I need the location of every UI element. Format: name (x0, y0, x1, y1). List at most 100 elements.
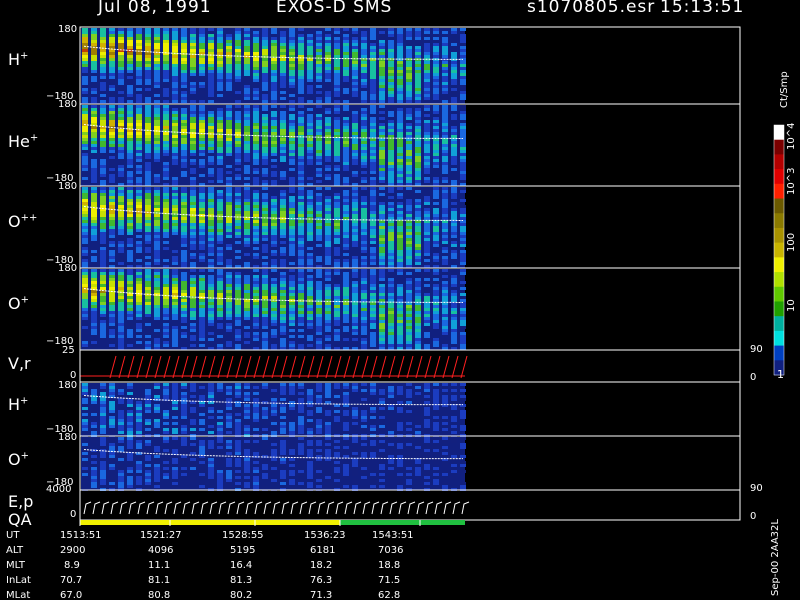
spectrogram-cell (307, 202, 313, 205)
spectrogram-cell (271, 94, 277, 97)
spectrogram-cell (127, 428, 133, 431)
spectrogram-cell (352, 91, 358, 94)
spectrogram-cell (181, 446, 187, 449)
spectrogram-cell (316, 326, 322, 329)
spectrogram-cell (235, 308, 241, 311)
spectrogram-cell (451, 335, 457, 338)
spectrogram-cell (280, 404, 286, 407)
spectrogram-cell (298, 386, 304, 389)
spectrogram-cell (226, 241, 232, 244)
spectrogram-cell (199, 223, 205, 226)
spectrogram-cell (145, 229, 151, 232)
spectrogram-cell (460, 171, 466, 174)
spectrogram-cell (253, 293, 259, 296)
spectrogram-cell (136, 407, 142, 410)
spectrogram-cell (136, 422, 142, 425)
spectrogram-cell (370, 241, 376, 244)
spectrogram-cell (406, 52, 412, 55)
spectrogram-cell (361, 132, 367, 135)
spectrogram-cell (208, 386, 214, 389)
spectrogram-cell (460, 147, 466, 150)
spectrogram-cell (352, 269, 358, 272)
spectrogram-cell (388, 88, 394, 91)
spectrogram-cell (199, 120, 205, 123)
spectrogram-cell (433, 73, 439, 76)
spectrogram-cell (244, 88, 250, 91)
spectrogram-cell (433, 244, 439, 247)
spectrogram-cell (370, 67, 376, 70)
spectrogram-cell (343, 278, 349, 281)
spectrogram-cell (100, 458, 106, 461)
spectrogram-cell (244, 46, 250, 49)
spectrogram-cell (289, 114, 295, 117)
spectrogram-cell (127, 226, 133, 229)
spectrogram-cell (253, 123, 259, 126)
spectrogram-cell (154, 105, 160, 108)
spectrogram-cell (352, 88, 358, 91)
spectrogram-cell (280, 211, 286, 214)
spectrogram-cell (316, 177, 322, 180)
spectrogram-cell (253, 326, 259, 329)
spectrogram-cell (109, 446, 115, 449)
spectrogram-cell (226, 193, 232, 196)
spectrogram-cell (298, 88, 304, 91)
spectrogram-cell (397, 49, 403, 52)
spectrogram-cell (145, 82, 151, 85)
spectrogram-cell (433, 425, 439, 428)
spectrogram-cell (109, 180, 115, 183)
spectrogram-cell (208, 180, 214, 183)
spectrogram-cell (127, 332, 133, 335)
spectrogram-cell (289, 290, 295, 293)
spectrogram-cell (442, 332, 448, 335)
spectrogram-cell (352, 290, 358, 293)
spectrogram-cell (406, 165, 412, 168)
spectrogram-cell (379, 335, 385, 338)
spectrogram-cell (91, 272, 97, 275)
spectrogram-cell (397, 202, 403, 205)
spectrogram-cell (460, 85, 466, 88)
spectrogram-cell (199, 287, 205, 290)
spectrogram-cell (244, 314, 250, 317)
spectrogram-cell (388, 120, 394, 123)
spectrogram-cell (325, 138, 331, 141)
spectrogram-cell (280, 162, 286, 165)
spectrogram-cell (244, 284, 250, 287)
spectrogram-cell (271, 404, 277, 407)
spectrogram-cell (433, 55, 439, 58)
spectrogram-cell (145, 193, 151, 196)
spectrogram-cell (460, 40, 466, 43)
spectrogram-cell (343, 159, 349, 162)
spectrogram-cell (370, 94, 376, 97)
spectrogram-cell (190, 28, 196, 31)
spectrogram-cell (280, 190, 286, 193)
spectrogram-cell (352, 174, 358, 177)
spectrogram-cell (316, 269, 322, 272)
spectrogram-cell (397, 238, 403, 241)
spectrogram-cell (163, 296, 169, 299)
spectrogram-cell (388, 100, 394, 103)
spectrogram-cell (199, 105, 205, 108)
spectrogram-cell (145, 473, 151, 476)
spectrogram-cell (217, 199, 223, 202)
spectrogram-cell (100, 232, 106, 235)
spectrogram-cell (235, 329, 241, 332)
spectrogram-cell (289, 302, 295, 305)
spectrogram-cell (109, 43, 115, 46)
spectrogram-cell (334, 226, 340, 229)
spectrogram-cell (343, 428, 349, 431)
spectrogram-cell (334, 123, 340, 126)
spectrogram-cell (244, 132, 250, 135)
spectrogram-cell (136, 464, 142, 467)
spectrogram-cell (388, 341, 394, 344)
spectrogram-cell (352, 211, 358, 214)
spectrogram-cell (451, 150, 457, 153)
spectrogram-cell (82, 52, 88, 55)
spectrogram-cell (226, 31, 232, 34)
spectrogram-cell (100, 461, 106, 464)
spectrogram-cell (388, 150, 394, 153)
spectrogram-cell (181, 395, 187, 398)
spectrogram-cell (397, 425, 403, 428)
spectrogram-cell (253, 64, 259, 67)
spectrogram-cell (154, 226, 160, 229)
spectrogram-cell (271, 229, 277, 232)
